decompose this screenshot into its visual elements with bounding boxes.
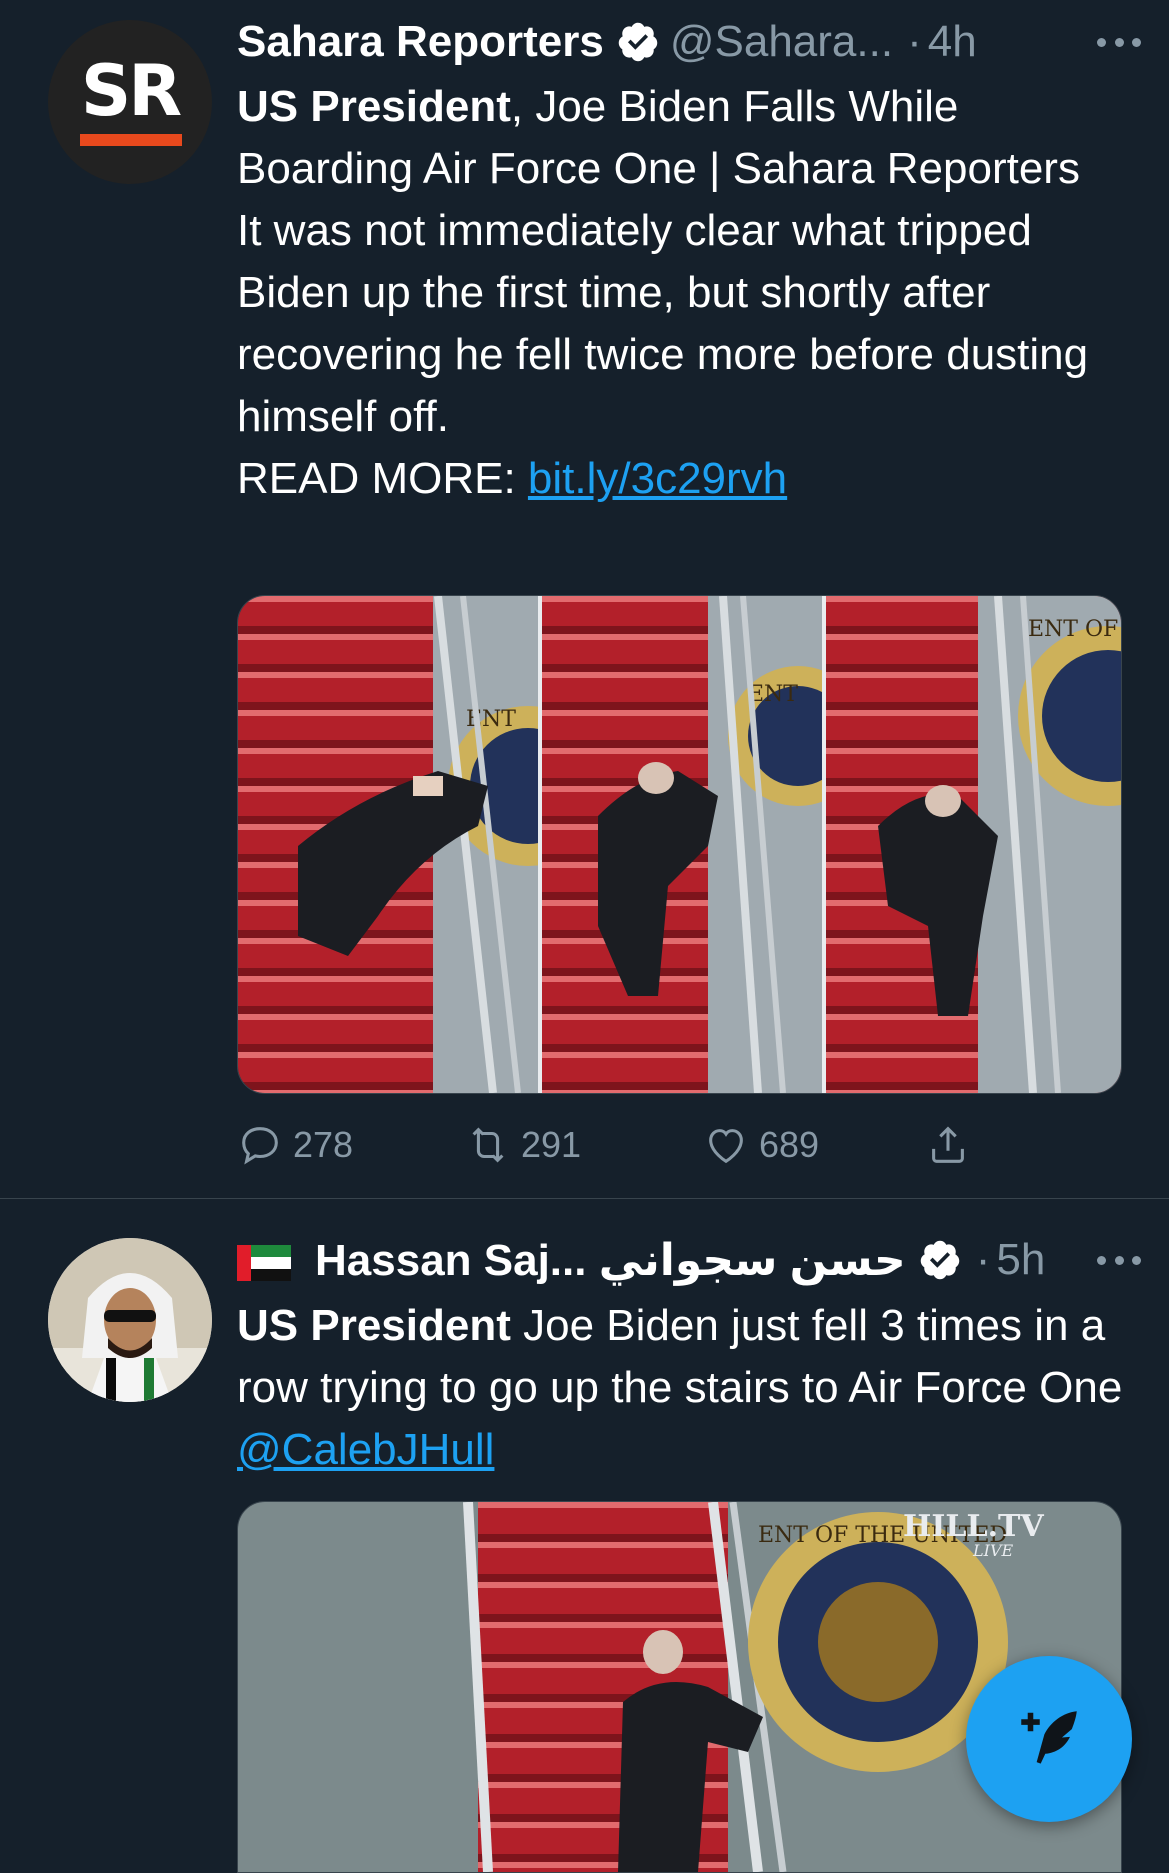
biden-stairs-photo-collage: ENT ENT ENT OF: [238, 596, 1121, 1093]
time-separator: ·: [975, 1235, 991, 1284]
tweet-actions: 278 291 689: [237, 1120, 1097, 1170]
avatar-photo: [48, 1238, 212, 1402]
tweet-text: US President, Joe Biden Falls While Boar…: [237, 76, 1129, 510]
mention-link[interactable]: @CalebJHull: [237, 1425, 494, 1474]
retweet-count: 291: [521, 1124, 582, 1165]
more-icon[interactable]: [1097, 1250, 1141, 1270]
share-button[interactable]: [925, 1120, 981, 1170]
seal-text-2: ENT: [748, 682, 798, 707]
avatar[interactable]: SR: [48, 20, 212, 184]
tweet-sahara-reporters[interactable]: SR Sahara Reporters @Sahara... · 4h US P…: [0, 0, 1169, 1199]
uae-flag-icon: [237, 1242, 291, 1281]
tweet-time[interactable]: 4h: [928, 17, 977, 67]
more-icon[interactable]: [1097, 32, 1141, 52]
seal-text-3: ENT OF: [1028, 617, 1118, 642]
hilltv-watermark: HILL.TV: [903, 1509, 1044, 1544]
hilltv-live-label: LIVE: [972, 1541, 1014, 1560]
read-more-label: READ MORE:: [237, 454, 528, 503]
compose-tweet-button[interactable]: [966, 1656, 1132, 1822]
share-icon: [932, 1126, 964, 1163]
sahara-reporters-logo: SR: [48, 20, 212, 184]
tweet-time[interactable]: 5h: [996, 1235, 1045, 1285]
time-separator: ·: [907, 17, 922, 66]
tweet-text-line2: It was not immediately clear what trippe…: [237, 206, 1089, 441]
like-icon: [709, 1129, 743, 1164]
author-name[interactable]: Hassan Saj... حسن سجواني: [315, 1235, 906, 1286]
author-name[interactable]: Sahara Reporters: [237, 17, 604, 67]
reply-count: 278: [293, 1124, 354, 1165]
retweet-icon: [472, 1127, 504, 1163]
retweet-button[interactable]: 291: [465, 1120, 581, 1170]
tweet-media-image[interactable]: ENT ENT ENT OF: [237, 595, 1122, 1094]
tweet-text-bold: US President: [237, 1301, 511, 1350]
verified-icon: [920, 1240, 959, 1280]
tweet-header: Hassan Saj... حسن سجواني · 5h: [237, 1232, 1169, 1288]
reply-icon: [242, 1127, 278, 1165]
compose-tweet-icon: [1021, 1711, 1077, 1764]
tweet-header: Sahara Reporters @Sahara... · 4h: [237, 14, 1169, 70]
reply-button[interactable]: 278: [237, 1120, 353, 1170]
verified-icon: [618, 22, 658, 62]
author-handle[interactable]: @Sahara...: [670, 17, 893, 67]
like-button[interactable]: 689: [703, 1120, 819, 1170]
tweet-text-bold: US President: [237, 82, 511, 131]
avatar[interactable]: [48, 1238, 212, 1402]
like-count: 689: [759, 1124, 820, 1165]
tweet-link[interactable]: bit.ly/3c29rvh: [528, 454, 787, 503]
tweet-text: US President Joe Biden just fell 3 times…: [237, 1295, 1129, 1481]
